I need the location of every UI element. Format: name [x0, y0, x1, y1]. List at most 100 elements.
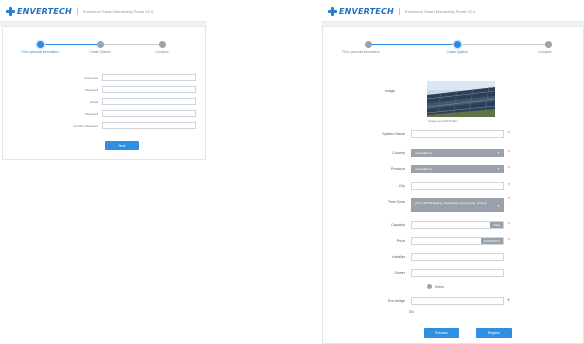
- country-label: Country: [392, 151, 405, 155]
- password-input-2[interactable]: [102, 110, 196, 117]
- capacity-label: Capacity: [391, 223, 405, 227]
- city-input[interactable]: [411, 182, 504, 190]
- image-label: Image: [385, 89, 395, 93]
- confirm-password-input[interactable]: [102, 122, 196, 129]
- step-2-indicator: [97, 41, 104, 48]
- step-3-label: Complete: [538, 50, 552, 54]
- demo-label: Demo: [435, 284, 445, 289]
- eve-bridge-input[interactable]: [411, 297, 504, 305]
- chevron-down-icon: ▾: [498, 239, 500, 243]
- province-label: Province: [391, 167, 405, 171]
- price-unit: EUR/KWh: [483, 239, 498, 243]
- top-bar: ENVERTECH Envertech Smart Monitoring Por…: [322, 0, 584, 22]
- chevron-down-icon: ▼: [497, 151, 500, 155]
- required-marker: *: [508, 149, 510, 156]
- step-1-indicator: [365, 41, 372, 48]
- time-zone-select[interactable]: (UTC+08:00) Beijing, Chongqing, Hong Kon…: [411, 198, 504, 212]
- owner-input[interactable]: [411, 269, 504, 277]
- step-3-label: Complete: [155, 50, 169, 54]
- system-name-input[interactable]: [411, 130, 504, 138]
- time-zone-label: Time Zone: [387, 200, 405, 204]
- next-button[interactable]: Next: [105, 141, 139, 150]
- register-button[interactable]: Register: [476, 328, 512, 338]
- step-1-label: Fill in personal information: [21, 50, 59, 54]
- required-marker: *: [508, 197, 510, 203]
- logo-text: ENVERTECH: [17, 7, 72, 16]
- step-connector: [43, 44, 97, 45]
- sn-label: SN: [409, 310, 414, 314]
- email-input[interactable]: [102, 98, 196, 105]
- installer-input[interactable]: [411, 253, 504, 261]
- owner-label: Owner: [394, 271, 405, 275]
- logo-text: ENVERTECH: [339, 7, 394, 16]
- registration-card: Fill in personal information Create Syst…: [322, 26, 584, 344]
- capacity-unit: KWp: [490, 222, 503, 228]
- demo-radio[interactable]: [427, 284, 432, 289]
- logo-divider: [76, 8, 78, 15]
- step-connector: [103, 44, 159, 45]
- system-name-row: System Name *: [353, 130, 510, 138]
- registration-step-personal-info: ENVERTECH Envertech Smart Monitoring Por…: [0, 0, 206, 160]
- required-marker: *: [508, 221, 510, 228]
- portal-title: Envertech Smart Monitoring Portal V2.0: [82, 9, 154, 14]
- capacity-input[interactable]: KWp: [411, 221, 504, 229]
- price-currency-select[interactable]: EUR/KWh ▾: [480, 238, 503, 244]
- logo: ENVERTECH Envertech Smart Monitoring Por…: [6, 7, 153, 16]
- eve-bridge-row: Eve bridge +: [353, 297, 511, 305]
- password-label-2: Password: [84, 111, 98, 116]
- time-zone-row: Time Zone (UTC+08:00) Beijing, Chongqing…: [353, 198, 510, 212]
- portal-title: Envertech Smart Monitoring Portal V2.0: [404, 9, 476, 14]
- installer-row: Installer: [353, 253, 504, 261]
- step-3-indicator: [545, 41, 552, 48]
- required-marker: *: [508, 237, 510, 244]
- system-image-upload[interactable]: [427, 81, 495, 117]
- password-input[interactable]: [102, 86, 196, 93]
- step-3-indicator: [159, 41, 166, 48]
- password-label: Password: [84, 87, 98, 92]
- confirm-password-label: Confirm Password: [73, 123, 98, 128]
- demo-row: Demo: [427, 284, 444, 289]
- top-bar: ENVERTECH Envertech Smart Monitoring Por…: [0, 0, 206, 22]
- price-label: Price: [396, 239, 405, 243]
- required-marker: *: [508, 165, 510, 172]
- installer-label: Installer: [392, 255, 405, 259]
- password-row: Password: [43, 86, 196, 93]
- password-row-2: Password: [43, 110, 196, 117]
- step-2-label: Create System: [89, 50, 111, 54]
- step-2-indicator: [454, 41, 461, 48]
- registration-step-create-system: ENVERTECH Envertech Smart Monitoring Por…: [322, 0, 584, 344]
- country-value: Unpublished: [415, 151, 432, 155]
- province-select[interactable]: Unpublished ▼: [411, 165, 504, 173]
- add-icon[interactable]: +: [507, 298, 511, 304]
- province-value: Unpublished: [415, 167, 432, 171]
- previous-button[interactable]: Previous: [424, 328, 459, 338]
- registration-card: Fill in personal information Create Syst…: [2, 26, 206, 160]
- image-size-hint: Image size:220*140px: [428, 119, 458, 123]
- step-1-label: Fill in personal information: [342, 50, 380, 54]
- step-progress: Fill in personal information Create Syst…: [3, 35, 205, 59]
- province-row: Province Unpublished ▼ *: [353, 165, 510, 173]
- country-row: Country Unpublished ▼ *: [353, 149, 510, 157]
- owner-row: Owner: [353, 269, 504, 277]
- username-label: Username: [84, 75, 98, 80]
- step-connector: [461, 44, 545, 45]
- chevron-down-icon: ▼: [497, 204, 500, 208]
- logo: ENVERTECH Envertech Smart Monitoring Por…: [328, 7, 475, 16]
- step-progress: Fill in personal information Create Syst…: [323, 35, 583, 59]
- solar-panel-photo: [427, 81, 495, 117]
- username-row: Username: [43, 74, 196, 81]
- price-row: Price EUR/KWh ▾ *: [353, 237, 510, 245]
- confirm-password-row: Confirm Password: [43, 122, 196, 129]
- step-connector: [371, 44, 454, 45]
- capacity-row: Capacity KWp *: [353, 221, 510, 229]
- country-select[interactable]: Unpublished ▼: [411, 149, 504, 157]
- time-zone-value: (UTC+08:00) Beijing, Chongqing, Hong Kon…: [415, 201, 487, 205]
- price-input[interactable]: EUR/KWh ▾: [411, 237, 504, 245]
- step-1-indicator: [37, 41, 44, 48]
- username-input[interactable]: [102, 74, 196, 81]
- envertech-logo-icon: [328, 7, 337, 16]
- city-row: City *: [353, 182, 510, 190]
- city-label: City: [398, 184, 405, 188]
- email-row: Email: [43, 98, 196, 105]
- system-name-label: System Name: [382, 132, 405, 136]
